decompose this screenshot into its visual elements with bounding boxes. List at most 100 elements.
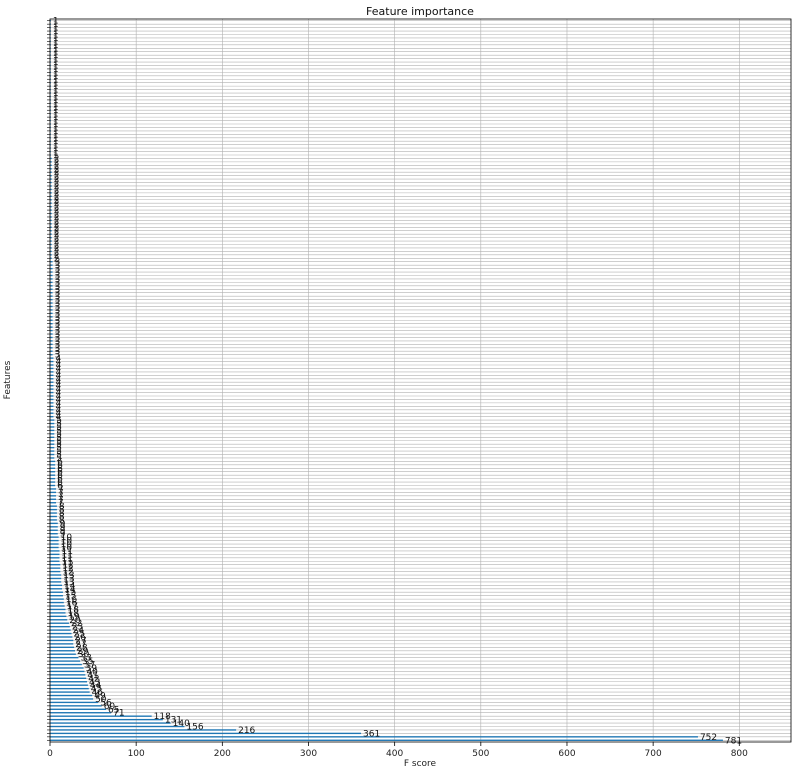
chart-svg: Feature importance 781752361216156140131… <box>3 5 792 769</box>
bar <box>50 512 57 514</box>
bar <box>50 612 66 614</box>
bar <box>50 636 73 638</box>
bar <box>50 591 63 593</box>
bar <box>50 457 55 459</box>
x-tick-label: 0 <box>47 749 53 759</box>
bar <box>50 650 75 652</box>
bar <box>50 588 63 590</box>
x-tick-layer: 0 100 200 300 400 500 600 700 800 <box>47 742 748 759</box>
bar <box>50 629 71 631</box>
bar <box>50 701 99 704</box>
bar <box>50 405 54 408</box>
bar <box>50 653 76 655</box>
bar <box>50 722 171 724</box>
bar-layer <box>50 20 723 741</box>
bar <box>50 436 55 438</box>
bar <box>50 622 69 624</box>
bar <box>50 567 61 569</box>
bar <box>50 639 74 642</box>
bar <box>50 598 64 600</box>
bar <box>50 643 74 645</box>
bar <box>50 443 55 445</box>
bar <box>50 677 87 679</box>
bar <box>50 687 89 690</box>
bar <box>50 426 55 428</box>
x-tick-label: 700 <box>645 749 662 759</box>
bar <box>50 398 54 401</box>
bar <box>50 718 163 721</box>
x-tick-label: 300 <box>300 749 317 759</box>
bar <box>50 357 54 359</box>
bar <box>50 491 57 494</box>
bar <box>50 440 55 442</box>
bar <box>50 694 93 697</box>
bar <box>50 498 57 500</box>
y-axis-label: Features <box>3 360 13 399</box>
bar <box>50 508 57 511</box>
bar <box>50 446 55 449</box>
bar <box>50 684 88 686</box>
bar <box>50 464 56 466</box>
bar <box>50 625 70 628</box>
bar <box>50 729 237 731</box>
bar <box>50 698 94 700</box>
bar <box>50 550 60 552</box>
bar <box>50 546 59 549</box>
bar <box>50 557 60 559</box>
bar <box>50 708 107 710</box>
bar <box>50 570 61 573</box>
bar <box>50 471 56 473</box>
bar <box>50 543 59 545</box>
bar <box>50 374 54 377</box>
bar <box>50 477 56 480</box>
bar <box>50 450 55 452</box>
bar <box>50 474 56 476</box>
x-tick-label: 600 <box>558 749 575 759</box>
bar <box>50 656 79 659</box>
bar <box>50 574 62 576</box>
bar <box>50 705 102 707</box>
bar <box>50 460 56 463</box>
bar <box>50 526 58 528</box>
bar-value-label: 361 <box>363 729 380 739</box>
bar <box>50 388 54 390</box>
bar <box>50 529 58 531</box>
bar <box>50 360 54 363</box>
bar <box>50 674 86 676</box>
bar <box>50 515 57 518</box>
bar <box>50 419 55 421</box>
bar <box>50 505 57 507</box>
bar <box>50 681 88 683</box>
bar <box>50 584 63 587</box>
feature-importance-chart: Feature importance 781 752 361 216 156 140 131… <box>0 0 800 774</box>
bar <box>50 364 54 366</box>
bar <box>50 422 55 425</box>
bar <box>50 453 55 456</box>
bar <box>50 519 57 521</box>
x-axis-label: F score <box>404 759 437 769</box>
bar <box>50 691 90 693</box>
bar <box>50 433 55 435</box>
bar <box>50 646 75 649</box>
grid-layer <box>49 19 791 742</box>
bar <box>50 564 61 566</box>
bar <box>50 608 66 611</box>
bar <box>50 536 59 538</box>
bar <box>50 484 56 487</box>
bar <box>50 619 68 621</box>
bar <box>50 378 54 380</box>
bar <box>50 560 60 562</box>
x-tick-label: 100 <box>128 749 145 759</box>
bar <box>50 663 82 666</box>
x-tick-label: 800 <box>731 749 748 759</box>
bar <box>50 384 54 387</box>
bar <box>50 725 185 728</box>
bar <box>50 605 65 607</box>
bar <box>50 533 58 535</box>
bar <box>50 415 54 418</box>
bar <box>50 502 57 504</box>
bar <box>50 429 55 432</box>
bar <box>50 402 54 404</box>
x-tick-label: 400 <box>386 749 403 759</box>
bar <box>50 371 54 373</box>
